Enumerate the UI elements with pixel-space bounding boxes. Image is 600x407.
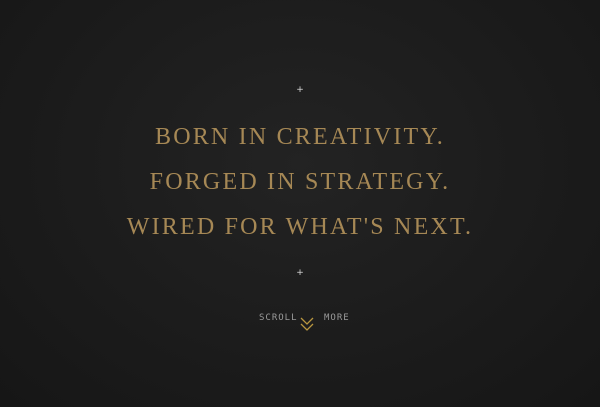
scroll-more-button[interactable]: SCROLL MORE xyxy=(0,310,600,336)
plus-divider-top: + xyxy=(296,85,304,95)
chevron-down-double-icon[interactable] xyxy=(299,315,315,333)
more-label: MORE xyxy=(324,313,350,323)
tagline-line-3: WIRED FOR WHAT'S NEXT. xyxy=(126,214,474,240)
scroll-label: SCROLL xyxy=(259,313,298,323)
hero-section: + BORN IN CREATIVITY. FORGED IN STRATEGY… xyxy=(0,0,600,407)
tagline-line-2: FORGED IN STRATEGY. xyxy=(149,169,451,195)
plus-divider-bottom: + xyxy=(296,268,304,278)
tagline-line-1: BORN IN CREATIVITY. xyxy=(154,124,446,150)
